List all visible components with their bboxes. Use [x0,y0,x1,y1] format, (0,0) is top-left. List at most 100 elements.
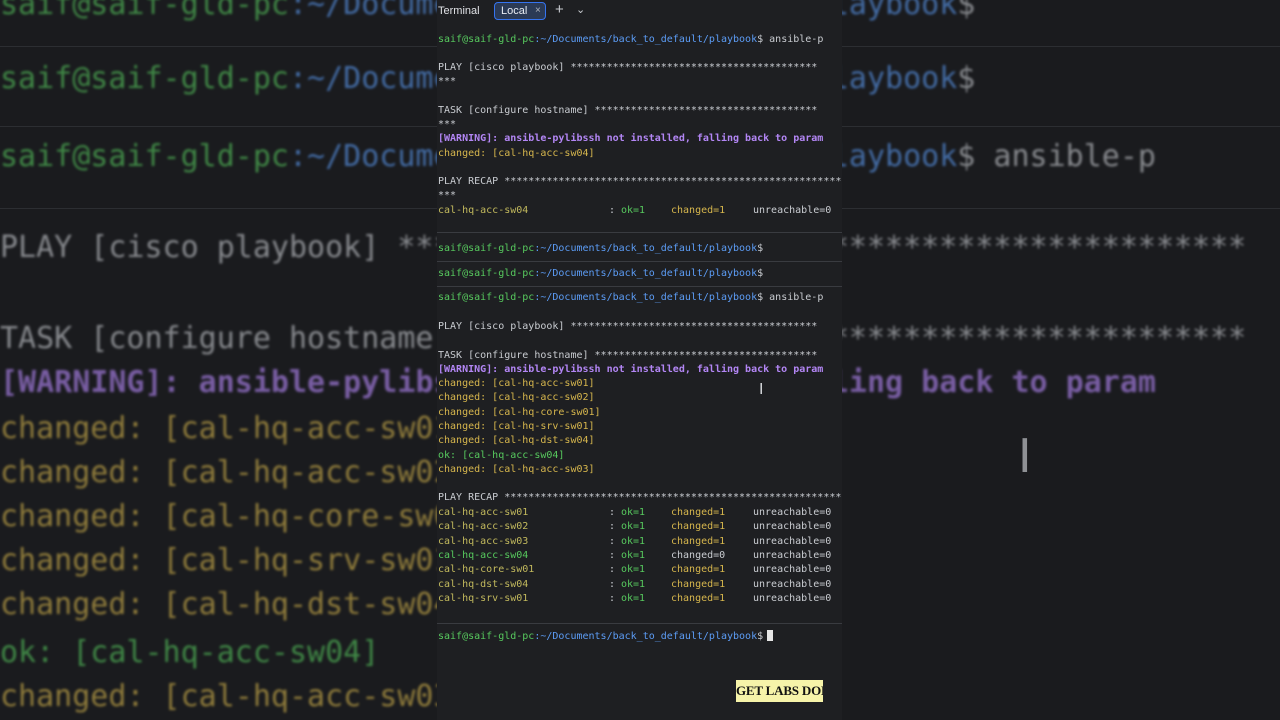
play-header-cont: *** [438,76,457,87]
prompt-user: saif@saif-gld-pc [438,292,535,303]
recap-unreachable: unreachable=0 [753,549,832,561]
prompt-line: saif@saif-gld-pc:~/Documents/back_to_def… [438,291,842,305]
command-separator [437,232,842,233]
prompt-line: saif@saif-gld-pc:~/Documents/back_to_def… [438,267,842,281]
background-line: ok: [cal-hq-acc-sw04] [0,635,380,670]
terminal-tab-bar: Terminal Local × + ⌄ [437,0,842,23]
command-text: ansible-p [769,292,824,303]
recap-ok: ok=1 [621,592,646,604]
task-header: TASK [configure hostname] **************… [438,350,818,361]
task-result: changed: [cal-hq-acc-sw02] [438,392,595,404]
recap-host: cal-hq-acc-sw03 [438,535,529,547]
recap-ok: ok=1 [621,549,646,561]
recap-row: cal-hq-acc-sw03: ok=1 changed=1 unreachable… [438,535,842,549]
recap-header-cont: *** [438,190,457,201]
terminal-panel[interactable]: Terminal Local × + ⌄ saif@saif-gld-pc:~/… [437,0,842,720]
task-result: ok: [cal-hq-acc-sw04] [438,449,565,461]
recap-row: cal-hq-dst-sw04: ok=1 changed=1 unreachable… [438,578,842,592]
recap-row: cal-hq-acc-sw04: ok=1 changed=1 unreachable… [438,204,842,218]
recap-ok: ok=1 [621,521,646,533]
recap-unreachable: unreachable=0 [753,592,832,604]
chevron-down-icon[interactable]: ⌄ [576,3,585,16]
recap-unreachable: unreachable=0 [753,521,832,533]
recap-colon: : [609,521,616,533]
recap-ok: ok=1 [621,578,646,590]
background-line: changed: [cal-hq-dst-sw04] [0,587,470,622]
prompt-symbol: $ [757,34,764,45]
command-text: ansible-p [769,34,824,45]
warning-line: [WARNING]: ansible-pylibssh not installe… [438,133,824,144]
recap-unreachable: unreachable=0 [753,507,832,518]
task-result: changed: [cal-hq-acc-sw03] [438,463,595,475]
recap-host: cal-hq-dst-sw04 [438,578,529,590]
new-tab-button[interactable]: + [555,1,564,18]
task-header: TASK [configure hostname] **************… [438,105,818,116]
background-line: changed: [cal-hq-acc-sw02] [0,455,470,490]
prompt-line: saif@saif-gld-pc:~/Documents/back_to_def… [438,33,842,47]
task-result: changed: [cal-hq-acc-sw01] [438,378,595,389]
task-result: changed: [cal-hq-srv-sw01] [438,420,595,432]
recap-changed: changed=0 [671,549,726,561]
background-line: changed: [cal-hq-core-sw01] [0,499,488,534]
recap-changed: changed=1 [671,521,726,533]
task-result: changed: [cal-hq-dst-sw04] [438,435,595,447]
recap-unreachable: unreachable=0 [753,535,832,547]
prompt-path: :~/Documents/back_to_default/playbook [534,268,758,279]
background-text-cursor-icon: I [1018,429,1032,483]
recap-unreachable: unreachable=0 [753,205,832,216]
prompt-symbol: $ [757,243,764,254]
recap-header: PLAY RECAP *****************************… [438,176,842,187]
recap-changed: changed=1 [671,205,726,216]
recap-colon: : [609,564,616,576]
recap-host: cal-hq-acc-sw04 [438,205,529,216]
prompt-path: :~/Documents/back_to_default/playbook [534,34,758,45]
prompt-user: saif@saif-gld-pc [438,631,535,642]
recap-row: cal-hq-acc-sw01: ok=1 changed=1 unreachable… [438,506,842,520]
recap-changed: changed=1 [671,564,726,576]
recap-colon: : [609,578,616,590]
warning-line: [WARNING]: ansible-pylibssh not installe… [438,364,824,375]
recap-host: cal-hq-acc-sw01 [438,507,529,518]
prompt-user: saif@saif-gld-pc [438,243,535,254]
task-result: changed: [cal-hq-core-sw01] [438,406,601,418]
recap-colon: : [609,549,616,561]
recap-row: cal-hq-acc-sw02: ok=1 changed=1 unreachable… [438,520,842,534]
close-icon[interactable]: × [535,5,541,16]
recap-changed: changed=1 [671,535,726,547]
active-prompt-line[interactable]: saif@saif-gld-pc:~/Documents/back_to_def… [438,630,842,644]
recap-ok: ok=1 [621,535,646,547]
play-header: PLAY [cisco playbook] ******************… [438,321,818,332]
recap-host: cal-hq-acc-sw04 [438,549,529,561]
background-line: changed: [cal-hq-acc-sw03] [0,679,470,714]
prompt-path: :~/Documents/back_to_default/playbook [534,292,758,303]
prompt-path: :~/Documents/back_to_default/playbook [534,631,758,642]
prompt-symbol: $ [757,268,764,279]
recap-row: cal-hq-acc-sw04: ok=1 changed=0 unreachable… [438,549,842,563]
recap-changed: changed=1 [671,592,726,604]
recap-header: PLAY RECAP *****************************… [438,492,842,503]
recap-host: cal-hq-acc-sw02 [438,521,529,533]
command-separator [437,623,842,624]
terminal-cursor [767,630,774,641]
recap-colon: : [609,205,616,216]
recap-ok: ok=1 [621,564,646,576]
task-header-cont: *** [438,119,457,130]
recap-host: cal-hq-core-sw01 [438,564,535,576]
background-line: changed: [cal-hq-acc-sw01] [0,411,470,446]
recap-ok: ok=1 [621,205,646,216]
recap-colon: : [609,507,616,518]
prompt-line: saif@saif-gld-pc:~/Documents/back_to_def… [438,242,842,256]
task-result: changed: [cal-hq-acc-sw04] [438,148,595,159]
tab-local[interactable]: Local × [494,2,546,20]
tab-label: Local [501,5,528,17]
recap-colon: : [609,535,616,547]
text-cursor-icon: I [759,380,764,398]
command-separator [437,261,842,262]
recap-host: cal-hq-srv-sw01 [438,592,529,604]
recap-changed: changed=1 [671,507,726,518]
recap-row: cal-hq-core-sw01: ok=1 changed=1 unreachabl… [438,563,842,577]
recap-unreachable: unreachable=0 [753,578,832,590]
recap-unreachable: unreachable=0 [753,564,832,576]
watermark-badge: GET LABS DONE [736,680,823,702]
prompt-symbol: $ [757,292,764,303]
